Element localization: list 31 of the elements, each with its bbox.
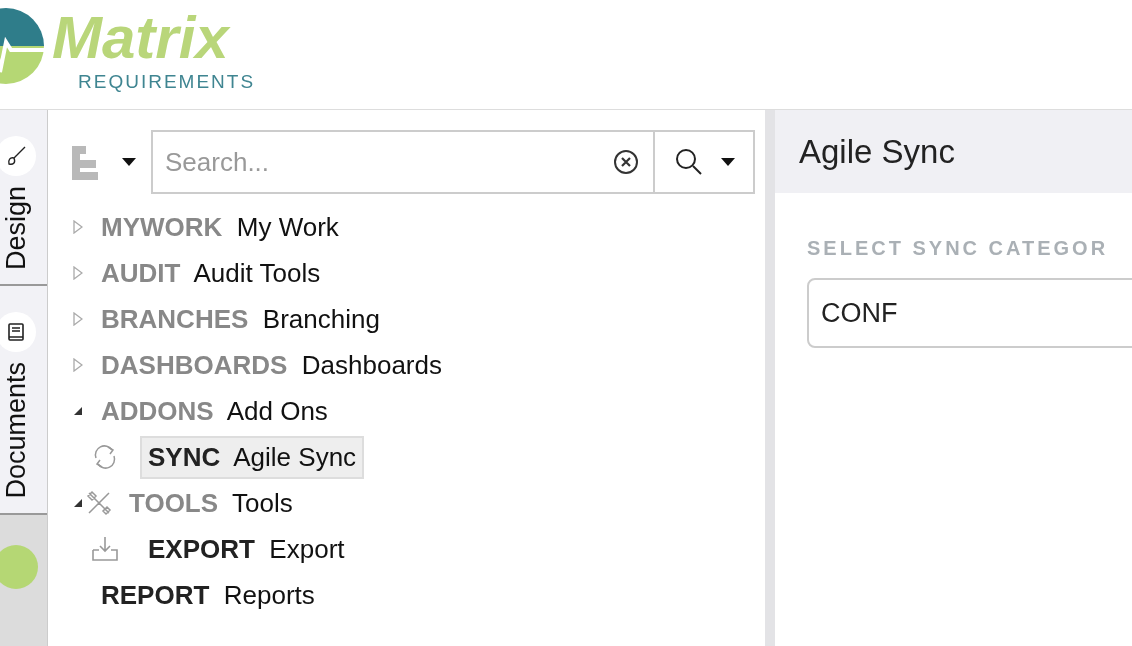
caret-icon	[720, 158, 735, 166]
tree-item[interactable]: REPORT Reports	[93, 573, 323, 617]
tree-item[interactable]: ADDONS Add Ons	[93, 389, 336, 433]
tree-item[interactable]: EXPORT Export	[140, 527, 353, 571]
logo-wordmark: Matrix	[52, 6, 232, 70]
expand-arrow-icon[interactable]	[73, 266, 83, 280]
tree-item[interactable]: TOOLS Tools	[121, 481, 301, 525]
tools-icon	[85, 489, 113, 517]
search-icon	[673, 147, 704, 177]
collapse-arrow-icon[interactable]	[73, 498, 83, 508]
search-field[interactable]: Search...	[151, 130, 655, 194]
tree-item[interactable]: MYWORK My Work	[93, 205, 347, 249]
avatar-icon[interactable]	[0, 544, 38, 589]
expand-arrow-icon[interactable]	[73, 312, 83, 326]
tree-item[interactable]: BRANCHES Branching	[93, 297, 388, 341]
expand-arrow-icon[interactable]	[73, 358, 83, 372]
side-tab[interactable]: Documents	[0, 286, 47, 515]
field-label: SELECT SYNC CATEGOR	[807, 237, 1110, 260]
tree-item[interactable]: AUDIT Audit Tools	[93, 251, 329, 295]
tree-item[interactable]: SYNC Agile Sync	[140, 435, 365, 479]
tree-item[interactable]: DASHBOARDS Dashboards	[93, 343, 450, 387]
clear-icon[interactable]	[613, 149, 639, 175]
caret-icon	[122, 158, 136, 166]
logo-tagline: REQUIREMENTS	[78, 70, 256, 94]
search-button[interactable]	[655, 130, 755, 194]
category-select[interactable]: CONF	[807, 278, 1132, 348]
collapse-arrow-icon[interactable]	[73, 406, 83, 416]
side-tab[interactable]: Design	[0, 110, 47, 287]
panel-title: Agile Sync	[799, 132, 955, 171]
download-icon	[90, 534, 120, 564]
expand-arrow-icon[interactable]	[73, 220, 83, 234]
